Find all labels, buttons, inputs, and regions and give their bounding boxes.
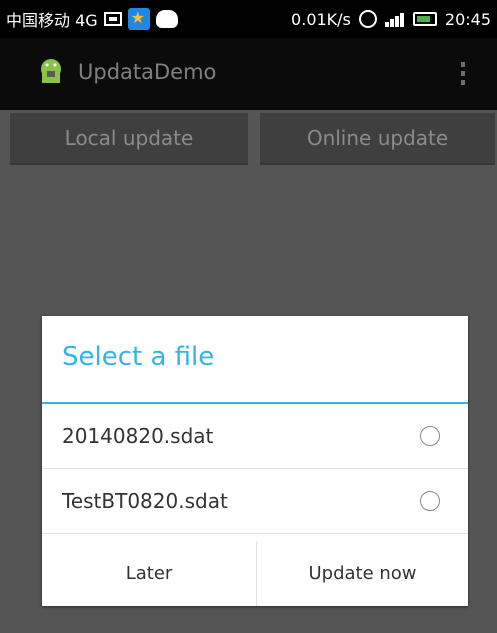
dialog-title: Select a file (62, 342, 215, 372)
cat-icon (155, 10, 178, 28)
carrier-label: 中国移动 4G (6, 11, 98, 30)
android-icon (41, 59, 61, 83)
update-now-button[interactable]: Update now (257, 541, 468, 606)
file-name: TestBT0820.sdat (62, 489, 228, 513)
local-update-button[interactable]: Local update (10, 113, 248, 165)
file-option-2[interactable]: TestBT0820.sdat (42, 469, 468, 534)
file-option-1[interactable]: 20140820.sdat (42, 404, 468, 469)
online-update-button[interactable]: Online update (260, 113, 495, 165)
network-speed: 0.01K/s (291, 9, 351, 29)
sim-icon (103, 12, 122, 26)
app-title: UpdataDemo (78, 60, 217, 84)
battery-icon (412, 12, 437, 26)
app-store-icon (127, 8, 150, 30)
overflow-menu-icon[interactable] (458, 58, 468, 92)
radio-button[interactable] (420, 491, 440, 511)
alarm-icon (358, 10, 377, 28)
later-button[interactable]: Later (42, 541, 257, 606)
signal-icon (384, 11, 405, 27)
select-file-dialog: Select a file 20140820.sdat TestBT0820.s… (42, 316, 468, 606)
radio-button[interactable] (420, 426, 440, 446)
clock: 20:45 (444, 9, 491, 29)
status-bar: 中国移动 4G 0.01K/s 20:45 (0, 0, 497, 38)
file-name: 20140820.sdat (62, 424, 214, 448)
action-bar (0, 38, 497, 110)
